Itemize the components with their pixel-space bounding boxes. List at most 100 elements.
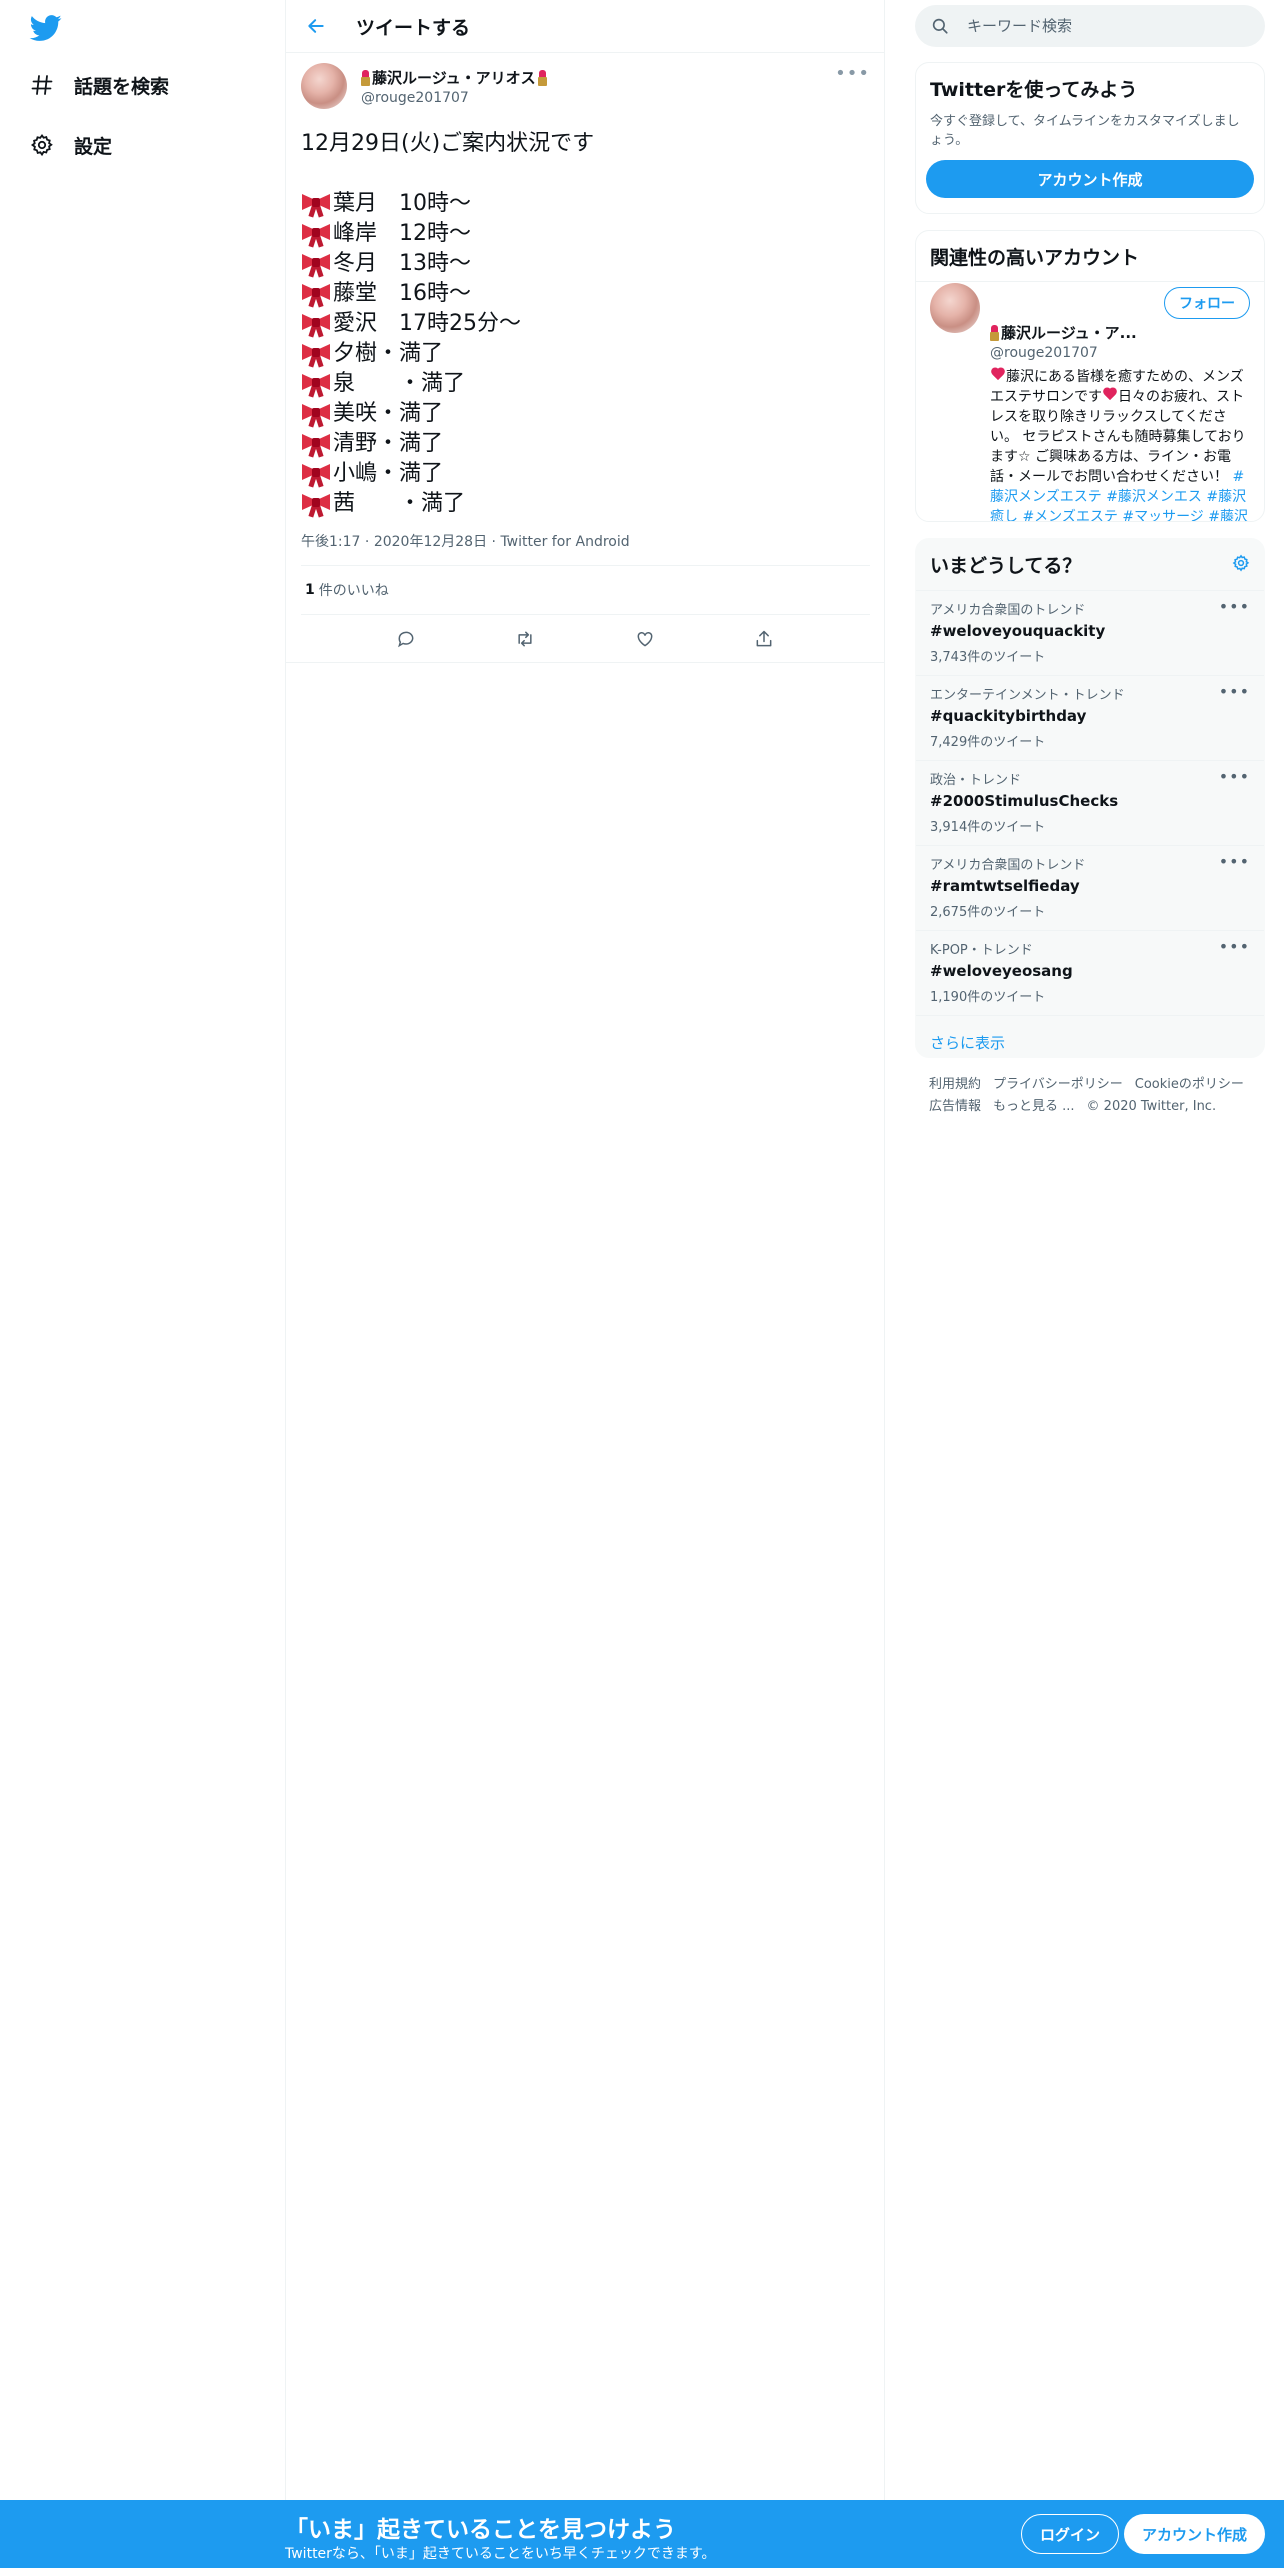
trend-item[interactable]: アメリカ合衆国のトレンド #ramtwtselfieday 2,675件のツイート •… [916,845,1264,930]
copyright: © 2020 Twitter, Inc. [1086,1099,1217,1114]
trend-item[interactable]: K-POP・トレンド #weloveyeosang 1,190件のツイート ••• [916,930,1264,1015]
avatar[interactable] [301,63,347,109]
tweet-actions [286,615,884,663]
ribbon-icon [301,371,331,398]
ribbon-icon [301,311,331,338]
gear-icon [24,127,60,163]
footer-link-privacy[interactable]: プライバシーポリシー [993,1077,1123,1092]
trend-hashtag: #ramtwtselfieday [930,877,1080,895]
more-options-icon[interactable]: ••• [1219,597,1250,616]
more-options-icon[interactable]: ••• [1219,767,1250,786]
likes-label: 件のいいね [318,583,389,599]
more-options-icon[interactable]: ••• [1219,937,1250,956]
twitter-logo-icon[interactable] [28,12,64,44]
sidebar-item-settings[interactable]: 設定 [24,123,112,167]
trend-hashtag: #quackitybirthday [930,707,1087,725]
trend-list: アメリカ合衆国のトレンド #weloveyouquackity 3,743件のツイー… [916,590,1264,1015]
hashtag-link[interactable]: #藤沢 [1208,509,1248,521]
retweet-icon[interactable] [507,621,543,657]
tweet-lead: 12月29日(火)ご案内状況です [301,131,595,156]
lipstick-icon [537,69,547,86]
footer-link-cookies[interactable]: Cookieのポリシー [1135,1077,1244,1092]
tweet: 藤沢ルージュ・アリオス @rouge201707 ••• 12月29日(火)ご案… [286,53,884,663]
gear-icon[interactable] [1232,554,1250,576]
trend-item[interactable]: エンターテインメント・トレンド #quackitybirthday 7,429件のツ… [916,675,1264,760]
login-button[interactable]: ログイン [1021,2514,1120,2554]
back-button[interactable] [296,6,336,46]
like-icon[interactable] [627,621,663,657]
ribbon-icon [301,461,331,488]
schedule-text: 清野・満了 [333,431,444,456]
hashtag-link[interactable]: #藤沢メンエス [1106,489,1202,505]
schedule-line: 清野・満了 [301,429,870,459]
main-header: ツイートする [286,0,884,53]
more-options-icon[interactable]: ••• [835,63,870,84]
trends-title: いまどうしてる？ [930,555,1082,577]
ribbon-icon [301,341,331,368]
show-more-link[interactable]: さらに表示 [916,1015,1264,1057]
schedule-text: 冬月 13時～ [333,251,471,276]
schedule-text: 小嶋・満了 [333,461,444,486]
schedule-text: 泉 ・満了 [333,371,466,396]
likes-count: 1 [305,582,315,598]
trend-context: アメリカ合衆国のトレンド [930,603,1086,618]
trend-hashtag: #weloveyeosang [930,962,1073,980]
trend-count: 3,914件のツイート [930,820,1046,835]
footer-link-ads[interactable]: 広告情報 [929,1099,981,1114]
related-account-handle: @rouge201707 [990,345,1098,361]
search-input[interactable] [965,16,1235,36]
hashtag-link[interactable]: #マッサージ [1122,509,1203,521]
ribbon-icon [301,401,331,428]
tweet-time[interactable]: 午後1:17 [301,534,360,550]
ribbon-icon [301,191,331,218]
trend-item[interactable]: 政治・トレンド #2000StimulusChecks 3,914件のツイート ••• [916,760,1264,845]
reply-icon[interactable] [388,621,424,657]
related-account-bio: 藤沢にある皆様を癒すための、メンズエステサロンです 日々のお疲れ、ストレスを取り除… [990,367,1250,521]
tweet-source[interactable]: Twitter for Android [500,534,629,550]
lipstick-icon [990,324,999,341]
footer-link-more[interactable]: もっと見る ... [993,1099,1075,1114]
related-accounts-card: 関連性の高いアカウント フォロー 藤沢ルージュ・ア... @rouge20170… [915,230,1265,522]
trend-context: K-POP・トレンド [930,943,1033,958]
trend-context: エンターテインメント・トレンド [930,688,1125,703]
page-title: ツイートする [356,16,471,39]
sidebar-item-label: 話題を検索 [74,75,170,98]
hashtag-link[interactable]: #メンズエステ [1022,509,1117,521]
trend-count: 2,675件のツイート [930,905,1046,920]
trend-hashtag: #weloveyouquackity [930,622,1106,640]
signup-card-title: Twitterを使ってみよう [930,79,1138,101]
trend-count: 3,743件のツイート [930,650,1046,665]
related-account[interactable]: 藤沢ルージュ・ア... @rouge201707 藤沢にある皆様を癒すための、メ… [916,270,1264,521]
likes-row[interactable]: 1 件のいいね [301,566,870,615]
tweet-meta: 午後1:17 · 2020年12月28日 · Twitter for Andro… [301,531,870,566]
signup-button[interactable]: アカウント作成 [1124,2514,1266,2554]
related-card-title: 関連性の高いアカウント [930,247,1140,269]
search-box[interactable] [915,5,1265,47]
schedule-line: 美咲・満了 [301,399,870,429]
sidebar-item-explore[interactable]: 話題を検索 [24,63,169,107]
trend-count: 7,429件のツイート [930,735,1046,750]
schedule-text: 葉月 10時～ [333,191,471,216]
trend-count: 1,190件のツイート [930,990,1046,1005]
footer-link-terms[interactable]: 利用規約 [929,1077,981,1092]
related-account-name-text: 藤沢ルージュ・ア... [1001,324,1137,342]
more-options-icon[interactable]: ••• [1219,682,1250,701]
trend-context: 政治・トレンド [930,773,1022,788]
schedule-text: 愛沢 17時25分～ [333,311,521,336]
trend-item[interactable]: アメリカ合衆国のトレンド #weloveyouquackity 3,743件のツイー… [916,590,1264,675]
tweet-date[interactable]: 2020年12月28日 [374,534,487,550]
bottom-bar-subtitle: Twitterなら、「いま」起きていることをいち早くチェックできます。 [285,2546,716,2562]
bottom-bar-title: 「いま」起きていることを見つけよう [285,2517,676,2543]
more-options-icon[interactable]: ••• [1219,852,1250,871]
ribbon-icon [301,281,331,308]
create-account-button[interactable]: アカウント作成 [926,160,1254,198]
left-sidebar: 話題を検索 設定 [0,0,285,2500]
share-icon[interactable] [746,621,782,657]
bottom-signup-bar: 「いま」起きていることを見つけよう Twitterなら、「いま」起きていることを… [0,2500,1284,2568]
hashtag-icon [24,67,60,103]
author-name[interactable]: 藤沢ルージュ・アリオス [361,67,547,88]
author-handle[interactable]: @rouge201707 [361,90,547,106]
schedule-list: 葉月 10時～ 峰岸 12時～ 冬月 13時～ 藤堂 16時〜 愛沢 17時25分～ 夕樹… [301,189,870,519]
signup-card: Twitterを使ってみよう 今すぐ登録して、タイムラインをカスタマイズしましょ… [915,62,1265,214]
ribbon-icon [301,431,331,458]
